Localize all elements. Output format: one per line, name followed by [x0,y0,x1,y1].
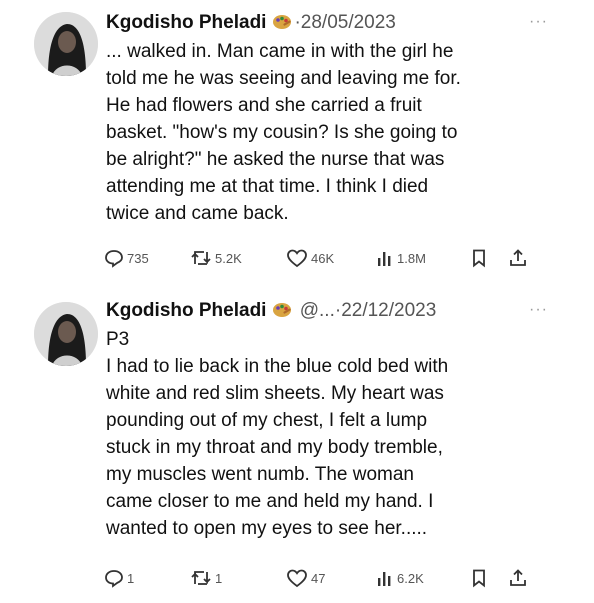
retweet-icon [191,571,211,585]
bookmark-button[interactable] [470,246,488,270]
more-options-icon[interactable]: ··· [529,14,548,30]
reply-button[interactable]: 1 [104,566,134,590]
share-icon [510,249,526,266]
reply-icon [105,570,123,588]
like-count: 47 [311,570,326,586]
share-button[interactable] [508,566,528,590]
tweet-actions: 735 5.2K 46K 1.8M [100,246,560,270]
reply-count: 1 [127,570,135,586]
reply-icon [105,250,123,268]
avatar[interactable] [34,302,98,366]
retweet-count: 5.2K [215,250,242,266]
avatar-photo [34,12,98,76]
tweet-text: ... walked in. Man came in with the girl… [106,41,461,224]
reply-button[interactable]: 735 [104,246,149,270]
heart-icon [287,249,307,268]
bookmark-icon [473,249,485,268]
retweet-count: 1 [215,570,223,586]
avatar[interactable] [34,12,98,76]
views-icon [378,252,391,266]
views-button[interactable]: 6.2K [376,566,424,590]
views-count: 6.2K [397,570,424,586]
retweet-button[interactable]: 1 [190,566,222,590]
like-button[interactable]: 46K [286,246,334,270]
tweet-header: Kgodisho Pheladi ·28/05/2023 [106,10,546,36]
share-button[interactable] [508,246,528,270]
tweet-actions: 1 1 47 6.2K [100,566,560,590]
avatar-photo [34,302,98,366]
tweet-header: Kgodisho Pheladi @...·22/12/2023 [106,298,546,324]
tweet-date[interactable]: 22/12/2023 [341,300,436,321]
more-options-icon[interactable]: ··· [529,302,548,318]
author-name[interactable]: Kgodisho Pheladi [106,12,266,33]
retweet-icon [191,251,211,265]
painting-emoji-icon [272,13,292,39]
heart-icon [287,569,307,588]
tweet-date[interactable]: 28/05/2023 [301,12,396,33]
like-count: 46K [311,250,335,266]
author-name[interactable]: Kgodisho Pheladi [106,300,266,321]
share-icon [510,569,526,586]
author-handle[interactable]: @... [300,300,335,321]
views-icon [378,572,391,586]
views-button[interactable]: 1.8M [376,246,426,270]
bookmark-button[interactable] [470,566,488,590]
tweet-text: P3 I had to lie back in the blue cold be… [106,329,449,539]
retweet-button[interactable]: 5.2K [190,246,242,270]
bookmark-icon [473,569,485,588]
like-button[interactable]: 47 [286,566,325,590]
views-count: 1.8M [397,250,426,266]
reply-count: 735 [127,250,149,266]
painting-emoji-icon [272,301,292,327]
